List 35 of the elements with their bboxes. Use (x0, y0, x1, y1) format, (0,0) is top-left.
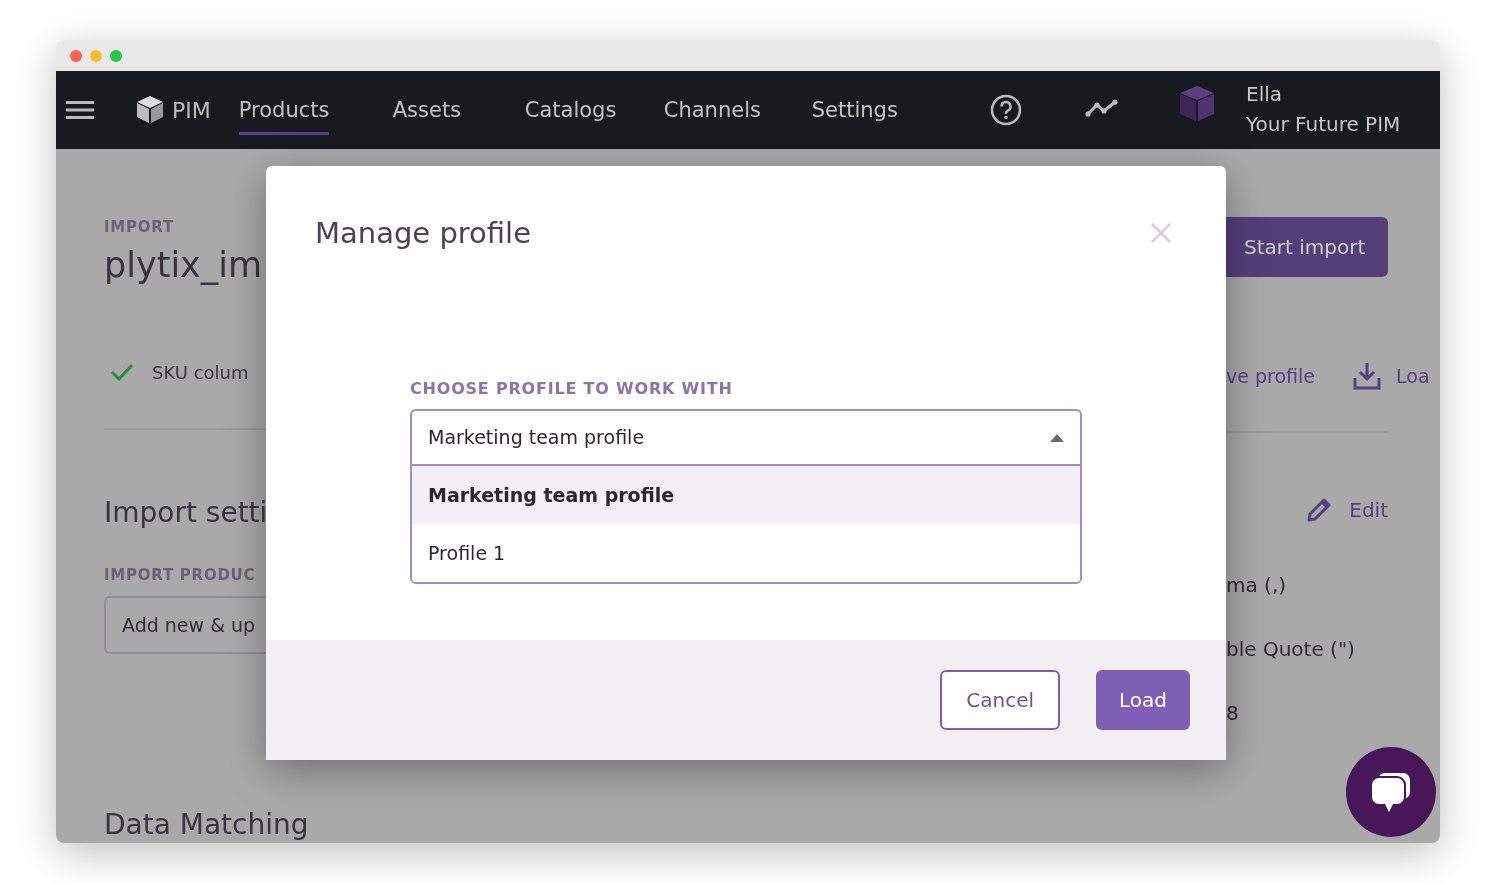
nav-tab[interactable]: Settings (811, 95, 898, 135)
user-name: Ella (1246, 81, 1283, 108)
check-text: SKU colum (152, 360, 249, 385)
caret-icon[interactable] (1050, 433, 1064, 442)
cube-avatar-icon[interactable] (1179, 85, 1215, 123)
brand-name: PIM (172, 96, 211, 125)
company-name: Your Future PIM (1246, 111, 1401, 138)
setting-value: 8 (1226, 701, 1239, 725)
setting-value: ble Quote (") (1226, 637, 1355, 661)
download-icon[interactable] (1352, 361, 1382, 391)
nav-tab[interactable]: Channels (663, 95, 761, 135)
menu-icon[interactable] (66, 100, 94, 120)
help-icon[interactable] (990, 94, 1022, 126)
page-eyebrow: IMPORT (104, 217, 175, 238)
load-profile-link[interactable]: Loa (1396, 361, 1430, 391)
save-profile-link[interactable]: ve profile (1226, 361, 1352, 391)
section-title: Data Matching (104, 807, 309, 843)
page-title: plytix_im (104, 243, 264, 287)
check-icon (110, 363, 134, 381)
nav-tab[interactable]: Catalogs (524, 95, 617, 135)
nav-tab[interactable]: Products (238, 95, 330, 135)
dialog-title: Manage profile (315, 215, 531, 252)
cancel-button[interactable]: Cancel (940, 670, 1060, 730)
trend-line-icon[interactable] (1085, 98, 1119, 118)
section-title: Import setti (104, 494, 266, 531)
field-label: CHOOSE PROFILE TO WORK WITH (410, 378, 733, 400)
dropdown-option[interactable]: Marketing team profile (412, 466, 1080, 524)
setting-value: ma (,) (1226, 573, 1287, 597)
edit-link[interactable]: Edit (1349, 495, 1388, 525)
field-label: IMPORT PRODUC (104, 564, 257, 586)
load-button[interactable]: Load (1096, 670, 1190, 730)
close-window-icon[interactable] (70, 49, 82, 62)
nav-tab[interactable]: Assets (392, 95, 462, 135)
cube-logo-icon (136, 95, 164, 125)
start-import-button[interactable]: Start import (1226, 217, 1388, 277)
